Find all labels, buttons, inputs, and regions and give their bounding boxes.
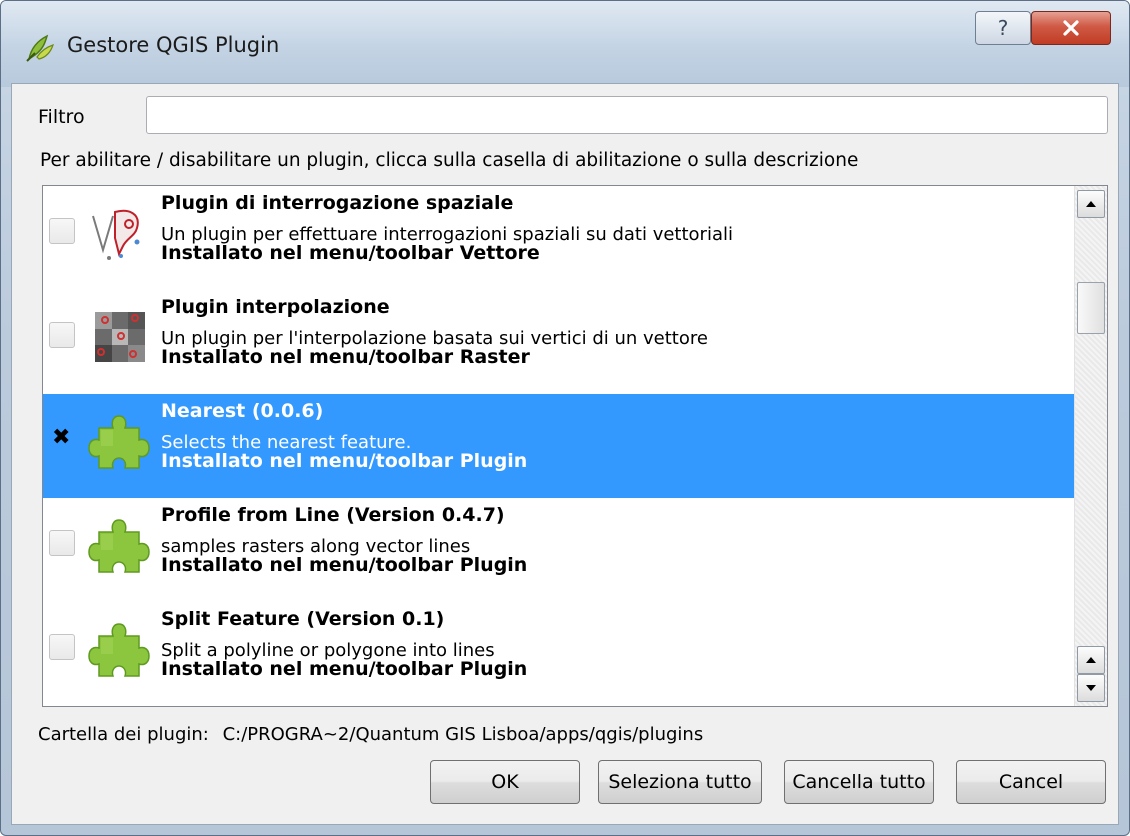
plugin-enable-checkbox[interactable] (49, 634, 75, 660)
plugin-title: Plugin interpolazione (161, 296, 390, 318)
plugin-folder-path: C:/PROGRA~2/Quantum GIS Lisboa/apps/qgis… (222, 724, 704, 745)
plugin-install-location: Installato nel menu/toolbar Plugin (161, 450, 528, 472)
puzzle-plugin-icon (85, 510, 155, 580)
qgis-logo-icon (26, 34, 54, 62)
plugin-row[interactable]: Split Feature (Version 0.1) Split a polyl… (43, 602, 1074, 706)
plugin-folder-label: Cartella dei plugin: C:/PROGRA~2/Quantum… (38, 724, 703, 745)
title-bar[interactable]: Gestore QGIS Plugin ? (1, 1, 1129, 87)
dialog-body: Filtro Per abilitare / disabilitare un p… (11, 83, 1119, 825)
plugin-title: Profile from Line (Version 0.4.7) (161, 504, 505, 526)
plugin-enable-checkbox[interactable] (49, 530, 75, 556)
puzzle-plugin-icon (85, 406, 155, 476)
close-button[interactable] (1031, 11, 1111, 45)
plugin-install-location: Installato nel menu/toolbar Raster (161, 346, 530, 368)
scroll-up-button[interactable] (1077, 190, 1105, 218)
plugin-list-rows: Plugin di interrogazione spaziale Un plug… (43, 186, 1074, 706)
plugin-install-location: Installato nel menu/toolbar Vettore (161, 242, 540, 264)
filter-label: Filtro (38, 106, 85, 128)
checkmark-icon: ✖ (52, 425, 71, 450)
plugin-row[interactable]: ✖ Nearest (0.0.6) Selects the nearest feat… (43, 394, 1074, 498)
cancel-button[interactable]: Cancel (956, 760, 1106, 804)
plugin-folder-caption: Cartella dei plugin: (38, 724, 209, 745)
plugin-title: Split Feature (Version 0.1) (161, 608, 445, 630)
plugin-list[interactable]: Plugin di interrogazione spaziale Un plug… (42, 185, 1108, 707)
plugin-install-location: Installato nel menu/toolbar Plugin (161, 658, 528, 680)
help-button[interactable]: ? (975, 11, 1031, 45)
scroll-down-button[interactable] (1077, 674, 1105, 702)
select-all-button[interactable]: Seleziona tutto (598, 760, 762, 804)
spatial-query-icon (85, 198, 155, 268)
plugin-row[interactable]: Plugin interpolazione Un plugin per l'int… (43, 290, 1074, 394)
plugin-enable-checkbox[interactable]: ✖ (49, 426, 75, 452)
scroll-up-button-lower[interactable] (1077, 646, 1105, 674)
filter-input[interactable] (146, 96, 1108, 134)
arrow-up-icon (1086, 657, 1096, 663)
scrollbar-thumb[interactable] (1077, 282, 1105, 334)
arrow-down-icon (1086, 685, 1096, 691)
plugin-manager-window: Gestore QGIS Plugin ? Filtro Per abilita… (0, 0, 1130, 836)
question-mark-icon: ? (997, 16, 1009, 40)
vertical-scrollbar[interactable] (1074, 186, 1107, 706)
close-icon (1063, 20, 1079, 36)
plugin-title: Nearest (0.0.6) (161, 400, 324, 422)
clear-all-button[interactable]: Cancella tutto (784, 760, 934, 804)
plugin-row[interactable]: Plugin di interrogazione spaziale Un plug… (43, 186, 1074, 290)
plugin-title: Plugin di interrogazione spaziale (161, 192, 514, 214)
plugin-enable-checkbox[interactable] (49, 322, 75, 348)
puzzle-plugin-icon (85, 614, 155, 684)
ok-button[interactable]: OK (430, 760, 580, 804)
interpolation-icon (85, 302, 155, 372)
instructions-text: Per abilitare / disabilitare un plugin, … (40, 150, 859, 171)
plugin-enable-checkbox[interactable] (49, 218, 75, 244)
arrow-up-icon (1086, 201, 1096, 207)
plugin-install-location: Installato nel menu/toolbar Plugin (161, 554, 528, 576)
plugin-row[interactable]: Profile from Line (Version 0.4.7) samples… (43, 498, 1074, 602)
window-title: Gestore QGIS Plugin (67, 33, 280, 57)
